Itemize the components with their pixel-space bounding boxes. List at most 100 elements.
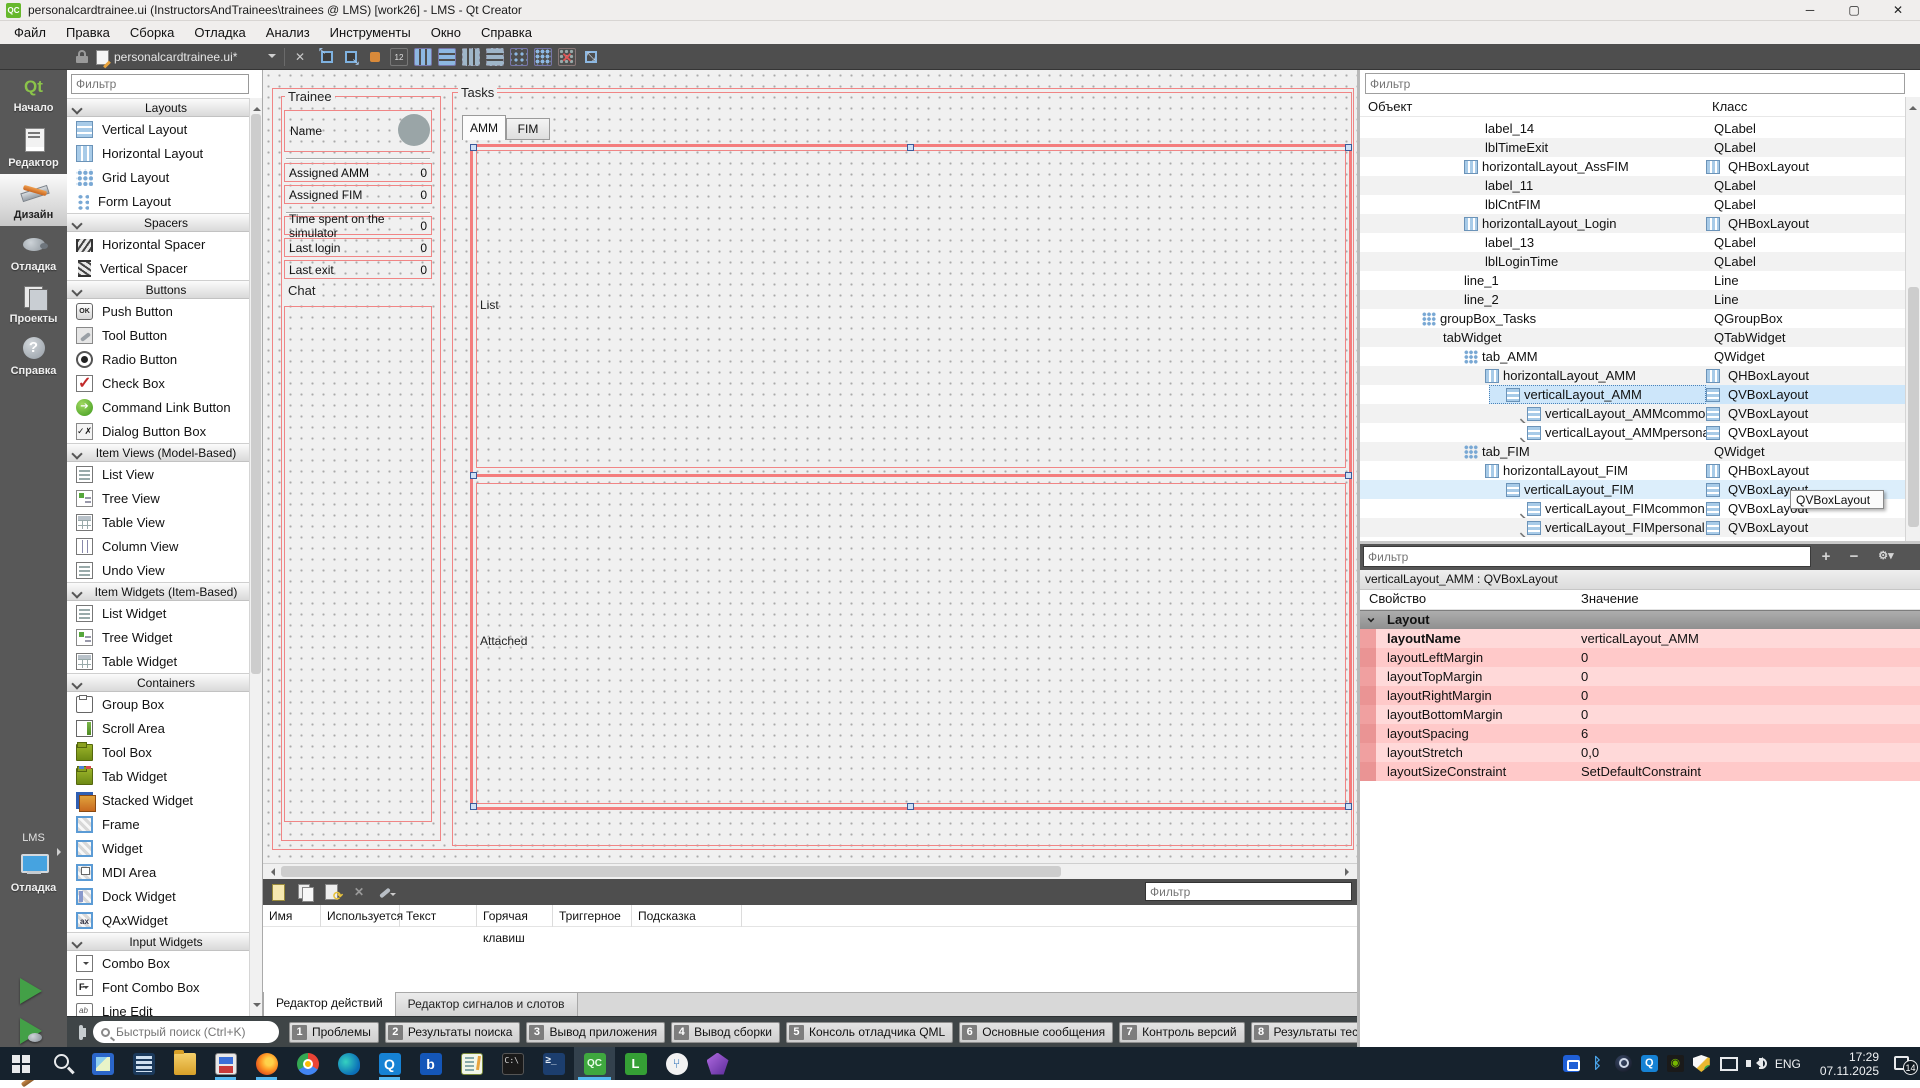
close-button[interactable]: ✕ (1876, 0, 1920, 21)
taskbar-powershell[interactable] (533, 1047, 574, 1080)
property-value[interactable]: 0 (1576, 667, 1920, 686)
widget-horizontal-spacer[interactable]: Horizontal Spacer (67, 232, 250, 256)
category-Spacers[interactable]: Spacers (67, 213, 250, 232)
new-action-icon[interactable] (269, 883, 287, 901)
widget-box-scrollbar[interactable] (249, 98, 262, 1016)
selection-handle[interactable] (470, 803, 477, 810)
lay-grid-icon[interactable] (534, 48, 552, 66)
tab-FIM[interactable]: FIM (506, 118, 550, 140)
taskbar-edge[interactable] (328, 1047, 369, 1080)
tab-AMM[interactable]: AMM (462, 115, 506, 140)
scrollbar-thumb[interactable] (1908, 287, 1919, 527)
field-assigned-amm[interactable]: Assigned AMM0 (284, 163, 432, 182)
document-dropdown-icon[interactable] (268, 54, 276, 62)
scroll-down-icon[interactable] (253, 1003, 261, 1011)
property-layoutRightMargin[interactable]: layoutRightMargin0 (1360, 686, 1920, 705)
taskbar-cmd[interactable] (492, 1047, 533, 1080)
widget-command-link-button[interactable]: Command Link Button (67, 395, 250, 419)
output-pane-Консоль отладчика QML[interactable]: 5Консоль отладчика QML (786, 1022, 953, 1043)
property-layoutName[interactable]: layoutNameverticalLayout_AMM (1360, 629, 1920, 648)
chat-box[interactable] (284, 306, 432, 822)
taskbar-l-app[interactable] (615, 1047, 656, 1080)
property-layoutStretch[interactable]: layoutStretch0,0 (1360, 743, 1920, 762)
property-value[interactable]: verticalLayout_AMM (1576, 629, 1920, 648)
form-editor-canvas[interactable]: Trainee Name Chat Tasks List Attached As… (263, 70, 1357, 863)
widget-column-view[interactable]: Column View (67, 534, 250, 558)
widget-font-combo-box[interactable]: FFont Combo Box (67, 975, 250, 999)
selection-handle[interactable] (1345, 144, 1352, 151)
scroll-left-icon[interactable] (267, 868, 275, 876)
taskbar-iso-app[interactable] (205, 1047, 246, 1080)
lower-widget-icon[interactable] (342, 48, 360, 66)
tree-row-tabWidget[interactable]: tabWidgetQTabWidget (1360, 328, 1905, 347)
widget-grid-layout[interactable]: Grid Layout (67, 165, 250, 189)
edit-buddies-icon[interactable] (366, 48, 384, 66)
tray-volume-icon[interactable] (1745, 1055, 1762, 1072)
notification-center-button[interactable]: 14 (1894, 1055, 1914, 1072)
selection-handle[interactable] (1345, 472, 1352, 479)
property-layoutLeftMargin[interactable]: layoutLeftMargin0 (1360, 648, 1920, 667)
tree-row-verticalLayout_AMM[interactable]: verticalLayout_AMMQVBoxLayout (1360, 385, 1905, 404)
tab-Редактор сигналов и слотов[interactable]: Редактор сигналов и слотов (396, 993, 578, 1017)
selection-handle[interactable] (907, 144, 914, 151)
tray-network-icon[interactable] (1719, 1055, 1736, 1072)
menu-Сборка[interactable]: Сборка (120, 23, 185, 42)
list-label[interactable]: List (480, 298, 499, 312)
tree-row-horizontalLayout_Login[interactable]: horizontalLayout_LoginQHBoxLayout (1360, 214, 1905, 233)
lay-form-icon[interactable] (510, 48, 528, 66)
menu-Правка[interactable]: Правка (56, 23, 120, 42)
category-Containers[interactable]: Containers (67, 673, 250, 692)
category-Layouts[interactable]: Layouts (67, 98, 250, 117)
selection-handle[interactable] (470, 144, 477, 151)
menu-Отладка[interactable]: Отладка (184, 23, 255, 42)
edit-tab-order-icon[interactable]: 12 (390, 48, 408, 66)
raise-widget-icon[interactable] (318, 48, 336, 66)
widget-mdi-area[interactable]: MDI Area (67, 860, 250, 884)
kit-expand-icon[interactable] (57, 848, 65, 856)
open-document-selector[interactable]: personalcardtrainee.ui* (96, 46, 266, 68)
widget-list-widget[interactable]: List Widget (67, 601, 250, 625)
tree-row-tab_AMM[interactable]: tab_AMMQWidget (1360, 347, 1905, 366)
widget-stacked-widget[interactable]: Stacked Widget (67, 788, 250, 812)
widget-widget[interactable]: Widget (67, 836, 250, 860)
widget-scroll-area[interactable]: Scroll Area (67, 716, 250, 740)
field-time-spent-on-the-simulator[interactable]: Time spent on the simulator0 (284, 216, 432, 235)
tree-row-tab_FIM[interactable]: tab_FIMQWidget (1360, 442, 1905, 461)
lay-vertical-icon[interactable] (438, 48, 456, 66)
menu-Инструменты[interactable]: Инструменты (320, 23, 421, 42)
close-document-button[interactable]: ✕ (292, 49, 308, 65)
menu-Окно[interactable]: Окно (421, 23, 471, 42)
add-property-button[interactable]: + (1816, 547, 1836, 567)
tree-row-lblTimeExit[interactable]: lblTimeExitQLabel (1360, 138, 1905, 157)
scrollbar-thumb[interactable] (251, 114, 261, 674)
tray-defender-icon[interactable] (1693, 1055, 1710, 1072)
tab-Редактор действий[interactable]: Редактор действий (263, 992, 396, 1016)
output-pane-Вывод сборки[interactable]: 4Вывод сборки (671, 1022, 780, 1043)
property-layoutTopMargin[interactable]: layoutTopMargin0 (1360, 667, 1920, 686)
taskbar-crystal[interactable] (697, 1047, 738, 1080)
taskbar-chrome[interactable] (287, 1047, 328, 1080)
tray-nvidia-icon[interactable] (1667, 1055, 1684, 1072)
taskbar-mail-b[interactable] (410, 1047, 451, 1080)
object-inspector-scrollbar[interactable] (1905, 97, 1920, 565)
widget-box-filter-input[interactable] (71, 74, 249, 94)
tree-row-horizontalLayout_FIM[interactable]: horizontalLayout_FIMQHBoxLayout (1360, 461, 1905, 480)
run-button[interactable] (20, 978, 42, 1004)
output-pane-Результаты поиска[interactable]: 2Результаты поиска (385, 1022, 521, 1043)
menu-Справка[interactable]: Справка (471, 23, 542, 42)
scroll-up-icon[interactable] (1909, 102, 1917, 110)
menu-Файл[interactable]: Файл (4, 23, 56, 42)
property-value[interactable]: 6 (1576, 724, 1920, 743)
adjust-size-icon[interactable] (582, 48, 600, 66)
mode-Справка[interactable]: Справка (0, 330, 67, 382)
locator-search[interactable] (93, 1021, 279, 1043)
widget-tool-button[interactable]: Tool Button (67, 323, 250, 347)
mode-Начало[interactable]: QtНачало (0, 70, 67, 122)
property-value[interactable]: 0 (1576, 705, 1920, 724)
tray-bluetooth-icon[interactable] (1589, 1055, 1606, 1072)
scroll-right-icon[interactable] (1345, 868, 1353, 876)
object-inspector-filter-input[interactable] (1365, 73, 1905, 94)
selection-handle[interactable] (1345, 803, 1352, 810)
lay-splitter-h-icon[interactable] (462, 48, 480, 66)
widget-vertical-spacer[interactable]: Vertical Spacer (67, 256, 250, 280)
